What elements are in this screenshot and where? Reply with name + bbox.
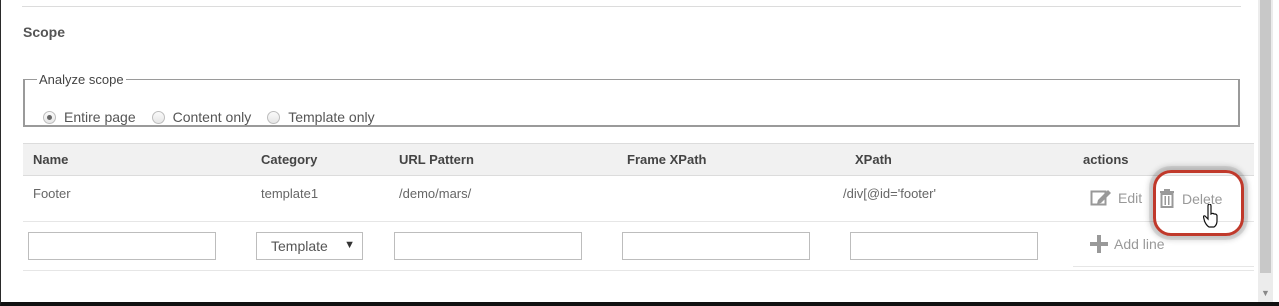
- cell-url-pattern: /demo/mars/: [399, 186, 472, 201]
- header-name: Name: [33, 152, 69, 167]
- new-row: Template ▼ Add line: [23, 222, 1254, 271]
- delete-highlight-ring: [1153, 170, 1244, 236]
- edit-button[interactable]: Edit: [1090, 188, 1142, 207]
- header-xpath: XPath: [855, 152, 892, 167]
- scope-radio-group: Entire page Content only Template only: [43, 109, 391, 125]
- plus-icon: [1090, 235, 1108, 253]
- edit-label: Edit: [1118, 189, 1143, 206]
- add-line-label: Add line: [1114, 236, 1165, 252]
- radio-button[interactable]: [267, 110, 281, 124]
- radio-label: Entire page: [64, 109, 136, 125]
- scrollbar-thumb[interactable]: [1260, 0, 1271, 273]
- header-frame-xpath: Frame XPath: [627, 152, 707, 167]
- edit-icon: [1090, 188, 1112, 207]
- scroll-down-arrow-icon[interactable]: ▼: [1261, 288, 1270, 298]
- cell-category: template1: [261, 186, 319, 201]
- radio-content-only[interactable]: Content only: [151, 109, 252, 125]
- table-header: Name Category URL Pattern Frame XPath XP…: [23, 143, 1254, 176]
- add-line-button[interactable]: Add line: [1090, 235, 1165, 253]
- header-actions: actions: [1083, 152, 1129, 167]
- table-row: Footer template1 /demo/mars/ /div[@id='f…: [23, 175, 1254, 222]
- cell-xpath: /div[@id='footer': [843, 186, 936, 201]
- vertical-scrollbar[interactable]: ▼: [1258, 0, 1273, 302]
- radio-button-checked[interactable]: [43, 110, 56, 124]
- cell-name: Footer: [33, 186, 71, 201]
- section-title: Scope: [23, 24, 66, 40]
- header-url-pattern: URL Pattern: [399, 152, 474, 167]
- new-frame-xpath-input[interactable]: [622, 232, 810, 260]
- new-category-select[interactable]: Template ▼: [256, 232, 363, 260]
- radio-label: Template only: [288, 109, 375, 125]
- select-value: Template: [271, 238, 328, 254]
- new-name-input[interactable]: [28, 232, 216, 260]
- radio-template-only[interactable]: Template only: [267, 109, 375, 125]
- radio-button[interactable]: [151, 110, 165, 124]
- analyze-scope-fieldset: Analyze scope Entire page Content only T…: [23, 72, 1240, 127]
- radio-entire-page[interactable]: Entire page: [43, 109, 136, 125]
- hand-pointer-icon: [1202, 203, 1219, 233]
- caret-down-icon: ▼: [344, 239, 355, 251]
- new-xpath-input[interactable]: [850, 232, 1038, 260]
- divider: [22, 6, 1241, 7]
- radio-label: Content only: [172, 109, 252, 125]
- header-category: Category: [261, 152, 318, 167]
- analyze-scope-legend: Analyze scope: [39, 72, 124, 87]
- new-url-pattern-input[interactable]: [394, 232, 582, 260]
